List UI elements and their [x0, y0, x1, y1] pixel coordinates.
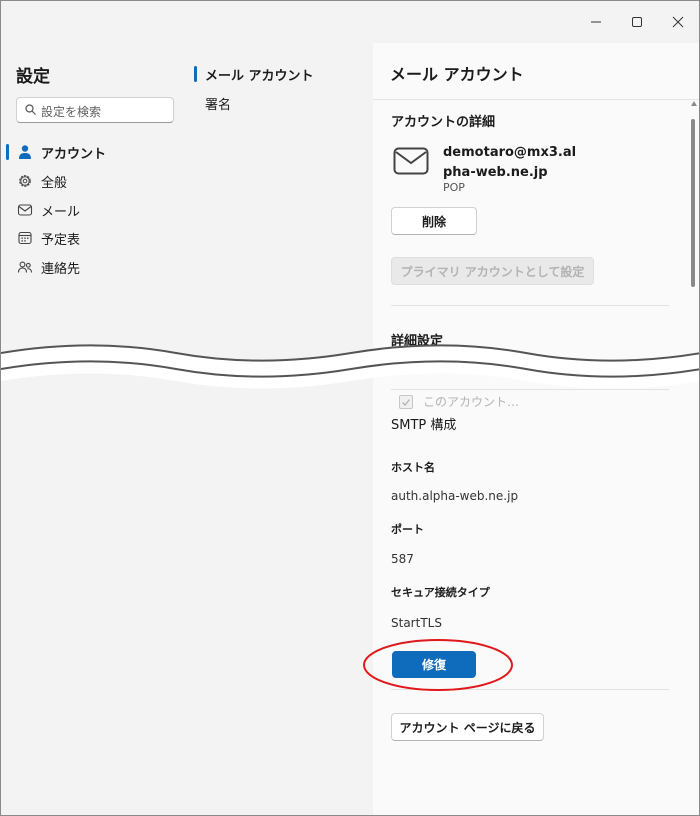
smtp-config-title: SMTP 構成: [391, 418, 457, 433]
nav-item-label: 全般: [41, 176, 68, 191]
nav-item-label: アカウント: [41, 147, 107, 162]
account-details-title: アカウントの詳細: [391, 115, 496, 130]
host-value: auth.alpha-web.ne.jp: [391, 489, 519, 503]
close-icon: [672, 16, 684, 28]
advanced-checkbox-label: このアカウント… する: [423, 395, 653, 409]
search-icon: [25, 104, 36, 115]
subnav-item-label: メール アカウント: [205, 69, 314, 84]
subnav-item-label: 署名: [205, 98, 232, 113]
nav-item-general[interactable]: 全般: [1, 168, 193, 194]
nav-item-label: メール: [41, 205, 81, 220]
nav-item-account[interactable]: アカウント: [1, 139, 193, 165]
maximize-icon: [632, 17, 642, 27]
nav-item-calendar[interactable]: 予定表: [1, 225, 193, 251]
settings-title: 設定: [16, 67, 50, 87]
port-value: 587: [391, 552, 414, 566]
advanced-checkbox[interactable]: [399, 395, 413, 409]
nav-item-contacts[interactable]: 連絡先: [1, 254, 193, 280]
checkmark-icon: [402, 399, 411, 406]
close-button[interactable]: [663, 9, 693, 35]
maximize-button[interactable]: [622, 9, 652, 35]
settings-window: 設定 設定を検索 アカウント 全般 メール 予定表 連絡先 メール アカウント …: [0, 0, 700, 816]
set-primary-button[interactable]: プライマリ アカウントとして設定: [391, 257, 594, 285]
title-bar: [1, 1, 699, 43]
scroll-up-icon[interactable]: [691, 101, 697, 106]
gear-icon: [19, 175, 31, 187]
calendar-icon: [18, 231, 32, 245]
divider: [391, 305, 669, 306]
mail-icon: [17, 204, 33, 216]
settings-search-input[interactable]: 設定を検索: [16, 97, 174, 123]
subnav-item-mail-account[interactable]: メール アカウント: [193, 62, 373, 86]
divider: [391, 689, 669, 690]
people-icon: [17, 261, 33, 273]
minimize-button[interactable]: [581, 9, 611, 35]
delete-button[interactable]: 削除: [391, 207, 477, 235]
secure-connection-value: StartTLS: [391, 616, 442, 630]
person-icon: [19, 145, 31, 159]
mail-icon: [393, 147, 429, 175]
nav-item-label: 連絡先: [41, 262, 81, 277]
minimize-icon: [591, 21, 601, 23]
scrollbar-thumb[interactable]: [691, 119, 695, 287]
account-type: POP: [443, 181, 465, 194]
account-email: demotaro@mx3.alpha-web.ne.jp: [443, 145, 577, 180]
divider: [391, 389, 669, 390]
host-label: ホスト名: [391, 461, 435, 474]
subnav-item-signature[interactable]: 署名: [193, 91, 373, 115]
active-indicator: [6, 144, 9, 160]
detail-pane: メール アカウント アカウントの詳細 demotaro@mx3.alpha-we…: [373, 43, 699, 815]
detail-header: メール アカウント: [373, 43, 699, 100]
secure-connection-label: セキュア接続タイプ: [391, 586, 490, 599]
port-label: ポート: [391, 523, 424, 536]
advanced-settings-title: 詳細設定: [391, 334, 444, 349]
nav-item-label: 予定表: [41, 233, 81, 248]
account-subnav: メール アカウント 署名: [193, 43, 373, 815]
search-placeholder: 設定を検索: [41, 105, 102, 119]
settings-nav: 設定 設定を検索 アカウント 全般 メール 予定表 連絡先: [1, 43, 193, 815]
detail-title: メール アカウント: [390, 65, 524, 84]
repair-button[interactable]: 修復: [392, 651, 476, 678]
active-indicator: [194, 66, 197, 82]
nav-item-mail[interactable]: メール: [1, 197, 193, 223]
back-to-account-page-button[interactable]: アカウント ページに戻る: [391, 713, 544, 741]
